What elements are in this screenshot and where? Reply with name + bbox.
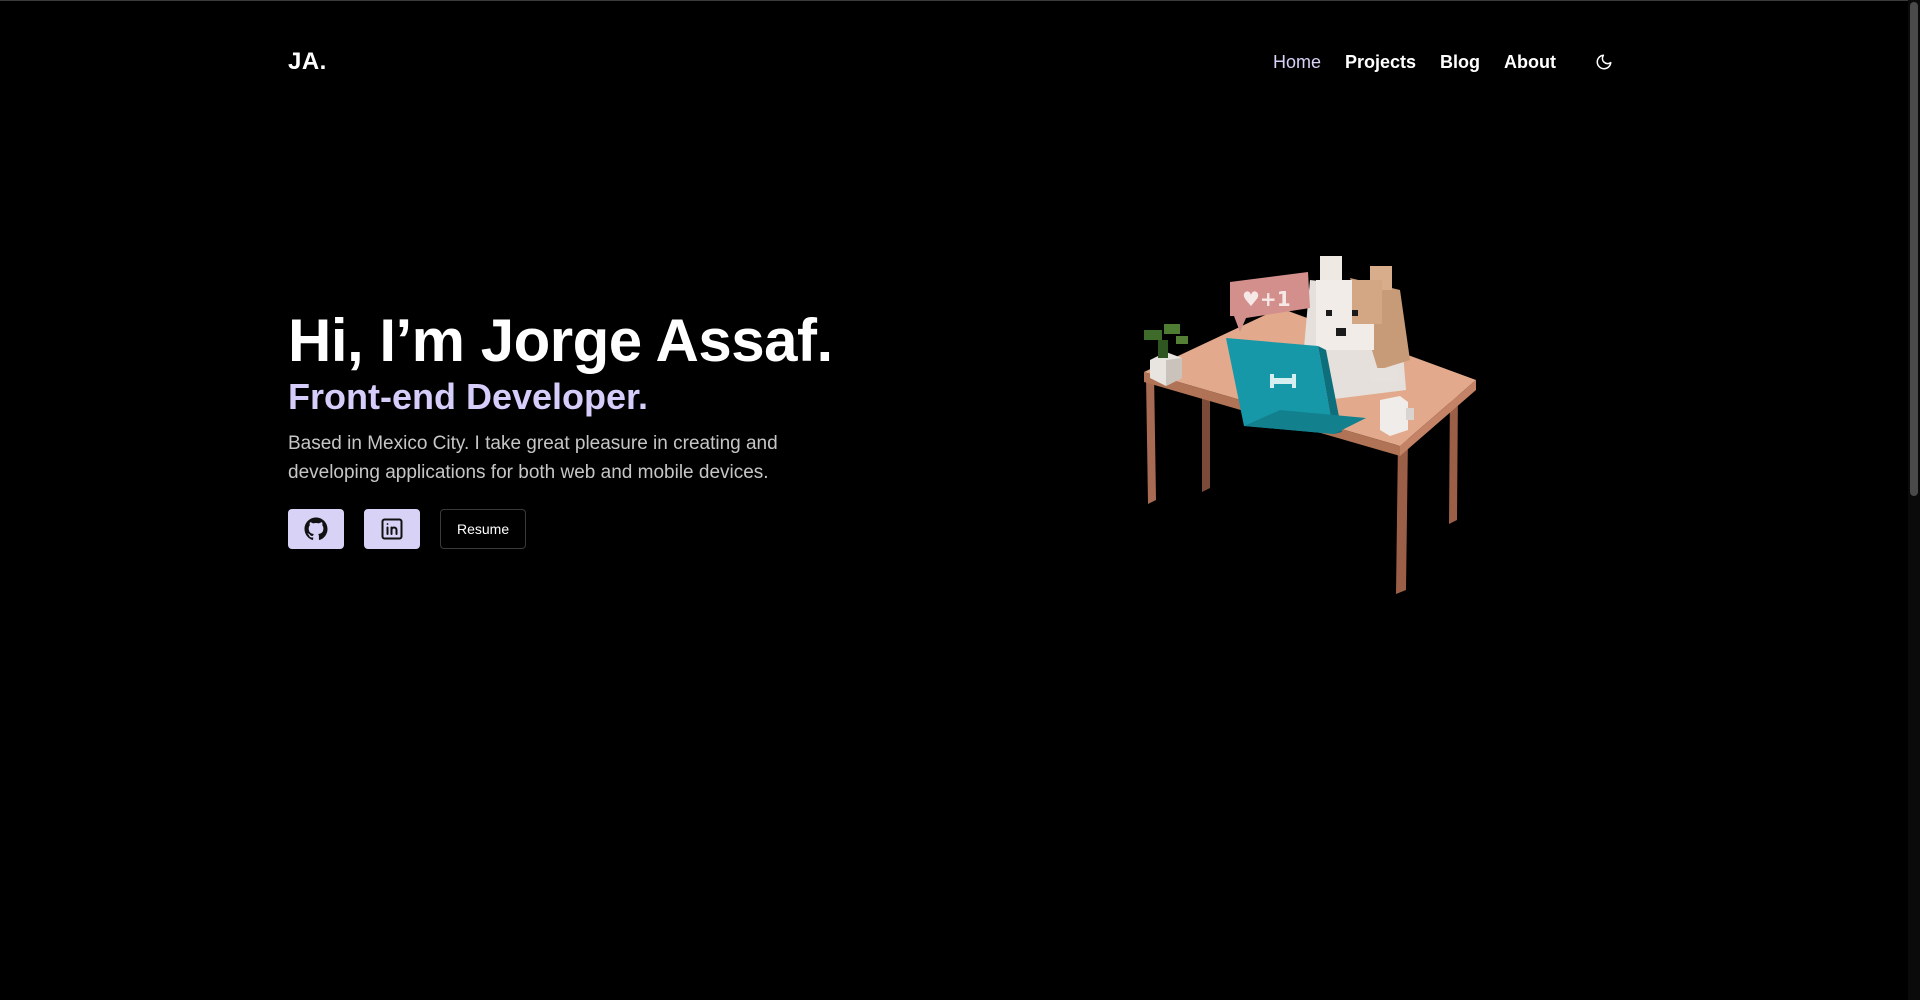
logo-link[interactable]: JA. [288, 48, 327, 76]
nav-about[interactable]: About [1504, 52, 1556, 73]
desk-illustration: ♥+1 [1130, 250, 1490, 610]
corgi-paw [1370, 368, 1398, 382]
table-leg-front [1396, 436, 1408, 594]
resume-button[interactable]: Resume [440, 509, 527, 549]
github-icon [304, 517, 328, 540]
corgi-face-patch [1352, 280, 1382, 324]
hero-section: Hi, I’m Jorge Assaf. Front-end Developer… [288, 305, 928, 549]
table-leg-mid [1202, 390, 1210, 492]
hero-title: Hi, I’m Jorge Assaf. [288, 307, 833, 374]
nav-home[interactable]: Home [1273, 52, 1321, 73]
corgi-eye-left [1326, 310, 1332, 316]
corgi-ear-left [1320, 256, 1342, 280]
plant-leaf-1 [1144, 330, 1162, 340]
page: JA. Home Projects Blog About Hi, I’m Jor… [0, 0, 1920, 1000]
main-nav: Home Projects Blog About [1249, 50, 1616, 74]
plant-leaf-4 [1176, 336, 1188, 344]
hero-actions: Resume [288, 509, 928, 549]
hero-description: Based in Mexico City. I take great pleas… [288, 433, 778, 483]
scrollbar-track[interactable] [1908, 0, 1920, 1000]
mug [1380, 396, 1408, 436]
github-button[interactable] [288, 509, 344, 549]
corgi-eye-right [1352, 310, 1358, 316]
plant-leaf-2 [1164, 324, 1180, 334]
nav-projects[interactable]: Projects [1345, 52, 1416, 73]
site-header: JA. Home Projects Blog About [288, 42, 1616, 82]
laptop-logo [1272, 378, 1294, 384]
table-leg-back-left [1146, 372, 1156, 504]
nav-blog[interactable]: Blog [1440, 52, 1480, 73]
linkedin-button[interactable] [364, 509, 420, 549]
laptop-logo-right [1292, 374, 1296, 388]
corgi-nose [1336, 328, 1346, 336]
scrollbar-thumb[interactable] [1910, 2, 1918, 496]
linkedin-icon [381, 518, 403, 540]
laptop-logo-left [1270, 374, 1274, 388]
hero-subtitle: Front-end Developer. [288, 376, 649, 417]
moon-icon [1596, 54, 1612, 70]
plant-leaf-3 [1158, 340, 1168, 358]
top-border [0, 0, 1920, 1]
heart-bubble-text: ♥+1 [1242, 287, 1291, 311]
mug-handle [1406, 408, 1414, 420]
voxel-desk-scene: ♥+1 [1144, 256, 1476, 594]
theme-toggle-button[interactable] [1592, 50, 1616, 74]
